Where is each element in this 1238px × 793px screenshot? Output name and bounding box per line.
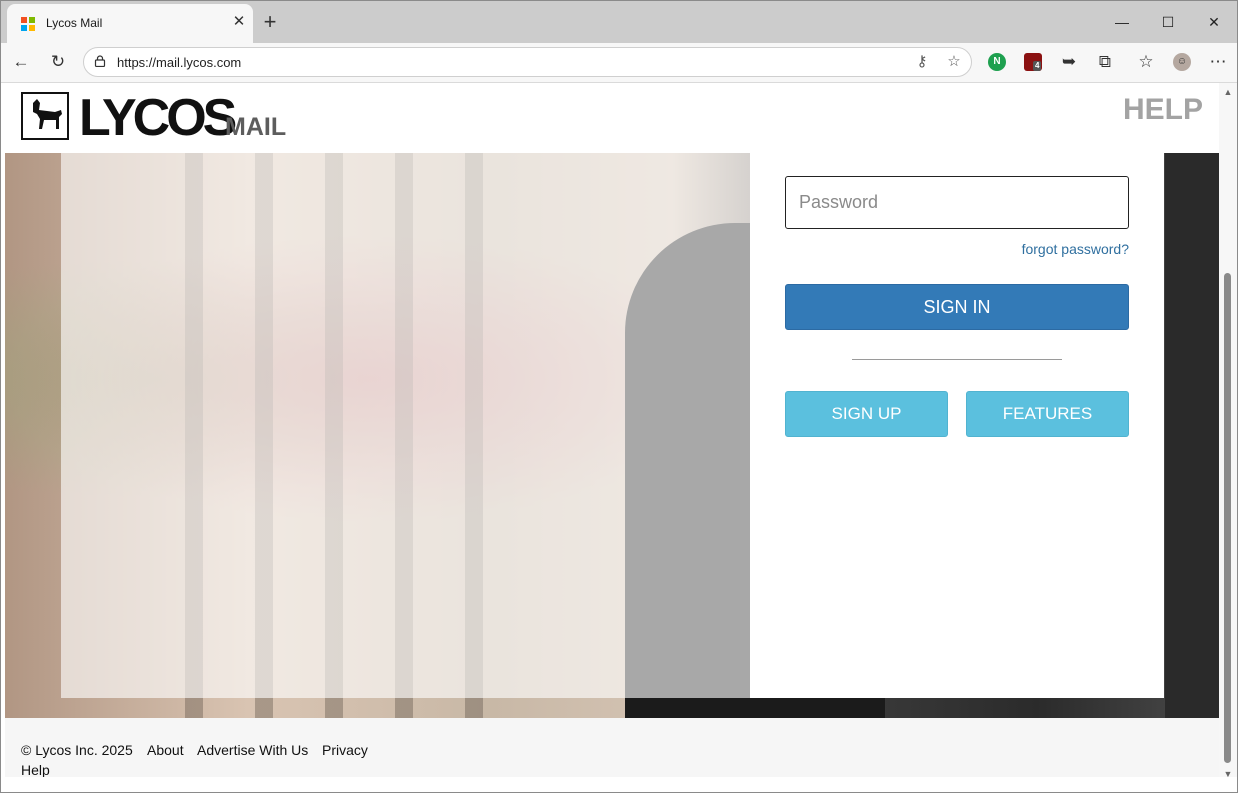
title-bar: Lycos Mail ✕ + — ☐ ✕ [1,1,1237,43]
scroll-up-arrow-icon[interactable]: ▲ [1223,87,1233,97]
sign-up-button[interactable]: SIGN UP [785,391,948,437]
browser-toolbar: ← ↻ https://mail.lycos.com ⚷ ☆ N 4 ➥ ⧉ ☆… [1,43,1237,83]
new-tab-button[interactable]: + [259,11,281,33]
lycos-dog-logo-icon[interactable] [21,92,69,140]
password-input[interactable] [785,176,1129,229]
copyright-text: © Lycos Inc. 2025 [21,742,133,758]
ublock-extension-icon[interactable]: 4 [1024,53,1042,71]
features-button[interactable]: FEATURES [966,391,1129,437]
extension-arrow-icon[interactable]: ➥ [1057,51,1081,73]
url-text: https://mail.lycos.com [117,55,242,70]
maximize-button[interactable]: ☐ [1145,9,1191,35]
key-icon[interactable]: ⚷ [912,53,932,71]
footer-link-about[interactable]: About [147,742,184,758]
site-header: LYCOS MAIL HELP [5,83,1219,153]
lycos-logo-text: LYCOS [79,89,237,147]
browser-tab[interactable]: Lycos Mail ✕ [7,4,253,43]
site-footer: © Lycos Inc. 2025 About Advertise With U… [5,718,1219,777]
tab-title: Lycos Mail [46,16,103,30]
minimize-button[interactable]: — [1099,9,1145,35]
scroll-down-arrow-icon[interactable]: ▼ [1223,769,1233,779]
help-link[interactable]: HELP [1123,95,1203,125]
lock-icon [94,55,106,67]
tab-close-icon[interactable]: ✕ [231,14,247,30]
page-scrollbar[interactable]: ▲ ▼ [1219,83,1237,779]
extension-badge: 4 [1033,61,1042,71]
mail-logo-text: MAIL [225,113,287,141]
favorites-icon[interactable]: ☆ [1134,51,1158,73]
hero-overlay [61,153,751,698]
browser-window: Lycos Mail ✕ + — ☐ ✕ ← ↻ https://mail.ly… [0,0,1238,793]
scroll-thumb[interactable] [1224,273,1231,763]
lycos-favicon-icon [21,17,35,31]
refresh-icon[interactable]: ↻ [46,51,70,73]
background-bicycle [1165,153,1219,718]
profile-avatar[interactable]: ☺ [1173,53,1191,71]
back-arrow-icon[interactable]: ← [9,51,33,73]
close-window-button[interactable]: ✕ [1191,9,1237,35]
divider [852,359,1062,360]
address-bar[interactable]: https://mail.lycos.com ⚷ ☆ [83,47,972,77]
login-panel: forgot password? SIGN IN SIGN UP FEATURE… [750,153,1164,698]
forgot-password-link[interactable]: forgot password? [785,241,1129,257]
sign-in-button[interactable]: SIGN IN [785,284,1129,330]
footer-link-privacy[interactable]: Privacy [322,742,368,758]
footer-link-advertise[interactable]: Advertise With Us [197,742,308,758]
footer-link-help[interactable]: Help [21,762,50,777]
extension-n-icon[interactable]: N [988,53,1006,71]
more-menu-icon[interactable]: ⋯ [1206,51,1230,73]
web-page: LYCOS MAIL HELP forgot password? SIGN IN… [5,83,1219,777]
extensions-puzzle-icon[interactable]: ⧉ [1093,51,1117,73]
favorite-star-icon[interactable]: ☆ [944,53,964,71]
